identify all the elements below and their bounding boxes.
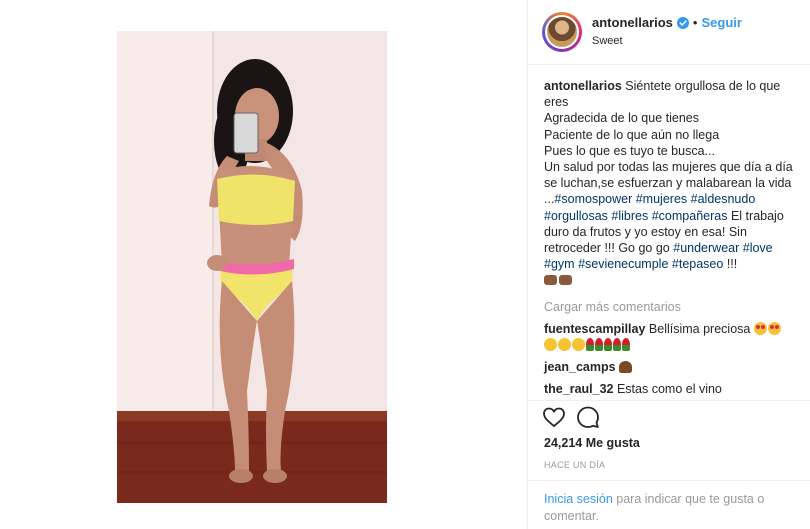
hashtag-link[interactable]: #libres bbox=[611, 209, 648, 223]
header-username[interactable]: antonellarios bbox=[592, 15, 673, 31]
rose-emoji-icon bbox=[595, 338, 603, 352]
hashtag-link[interactable]: #aldesnudo bbox=[691, 192, 756, 206]
hashtag-link[interactable]: #sevienecumple bbox=[578, 257, 668, 271]
likes-count[interactable]: 24,214 Me gusta bbox=[544, 436, 640, 450]
fist-emoji-icon bbox=[544, 275, 557, 286]
avatar[interactable] bbox=[542, 12, 582, 52]
comments-section: antonellarios Siéntete orgullosa de lo q… bbox=[544, 78, 796, 398]
comment-item: fuentescampillay Bellísima preciosa bbox=[544, 321, 796, 353]
follow-button[interactable]: Seguir bbox=[701, 15, 741, 31]
hashtag-link[interactable]: #mujeres bbox=[636, 192, 687, 206]
instagram-post-page: antonellarios • Seguir Sweet antonellari… bbox=[0, 0, 810, 529]
rose-emoji-icon bbox=[622, 338, 630, 352]
hashtag-link[interactable]: #somospower bbox=[554, 192, 632, 206]
comment-username[interactable]: jean_camps bbox=[544, 360, 616, 374]
poop-emoji-icon bbox=[619, 361, 633, 374]
heart-outline-icon[interactable] bbox=[542, 405, 566, 429]
post-photo[interactable] bbox=[117, 31, 387, 503]
comment-username[interactable]: the_raul_32 bbox=[544, 382, 613, 396]
rose-emoji-icon bbox=[604, 338, 612, 352]
login-prompt: Inicia sesión para indicar que te gusta … bbox=[544, 491, 796, 525]
kiss-emoji-icon bbox=[558, 338, 571, 352]
caption-line-4: Pues lo que es tuyo te busca... bbox=[544, 143, 715, 158]
load-more-comments-button[interactable]: Cargar más comentarios bbox=[544, 299, 796, 315]
post-timestamp: HACE UN DÍA bbox=[544, 460, 606, 470]
post-header: antonellarios • Seguir Sweet bbox=[528, 0, 810, 65]
rose-emoji-icon bbox=[613, 338, 621, 352]
kiss-emoji-icon bbox=[572, 338, 585, 352]
hashtag-link[interactable]: #compañeras bbox=[652, 209, 728, 223]
comment-text: Bellísima preciosa bbox=[648, 321, 751, 336]
caption-line-3: Paciente de lo que aún no llega bbox=[544, 127, 720, 142]
heart-eyes-emoji-icon bbox=[753, 321, 767, 335]
speech-bubble-icon[interactable] bbox=[576, 405, 600, 429]
media-area bbox=[0, 0, 527, 529]
header-row: antonellarios • Seguir bbox=[592, 15, 742, 31]
rose-emoji-icon bbox=[586, 338, 594, 352]
location-link[interactable]: Sweet bbox=[592, 33, 742, 49]
bottom-divider bbox=[528, 480, 810, 481]
hashtag-link[interactable]: #love bbox=[743, 241, 773, 255]
kiss-emoji-icon bbox=[544, 338, 557, 352]
post-sidebar: antonellarios • Seguir Sweet antonellari… bbox=[527, 0, 810, 529]
verified-badge-icon bbox=[676, 17, 689, 29]
hashtag-link[interactable]: #orgullosas bbox=[544, 209, 608, 223]
hashtag-link[interactable]: #underwear bbox=[673, 241, 739, 255]
avatar-image bbox=[545, 15, 579, 49]
comment-username[interactable]: fuentescampillay bbox=[544, 322, 645, 336]
caption-line-2: Agradecida de lo que tienes bbox=[544, 111, 699, 126]
login-link[interactable]: Inicia sesión bbox=[544, 492, 613, 506]
comment-item: jean_camps bbox=[544, 359, 796, 375]
post-image-illustration bbox=[117, 31, 387, 503]
actions-divider bbox=[528, 400, 810, 401]
header-separator: • bbox=[692, 15, 698, 30]
hashtag-link[interactable]: #tepaseo bbox=[672, 257, 723, 271]
hashtag-link[interactable]: #gym bbox=[544, 257, 575, 271]
caption: antonellarios Siéntete orgullosa de lo q… bbox=[544, 78, 796, 289]
fist-emoji-icon bbox=[559, 275, 572, 286]
caption-username[interactable]: antonellarios bbox=[544, 79, 622, 93]
comment-item: the_raul_32 Estas como el vino bbox=[544, 381, 796, 397]
comment-text: Estas como el vino bbox=[616, 382, 722, 397]
heart-eyes-emoji-icon bbox=[767, 321, 781, 335]
caption-ending: !!! bbox=[726, 257, 738, 272]
header-text: antonellarios • Seguir Sweet bbox=[592, 15, 742, 49]
